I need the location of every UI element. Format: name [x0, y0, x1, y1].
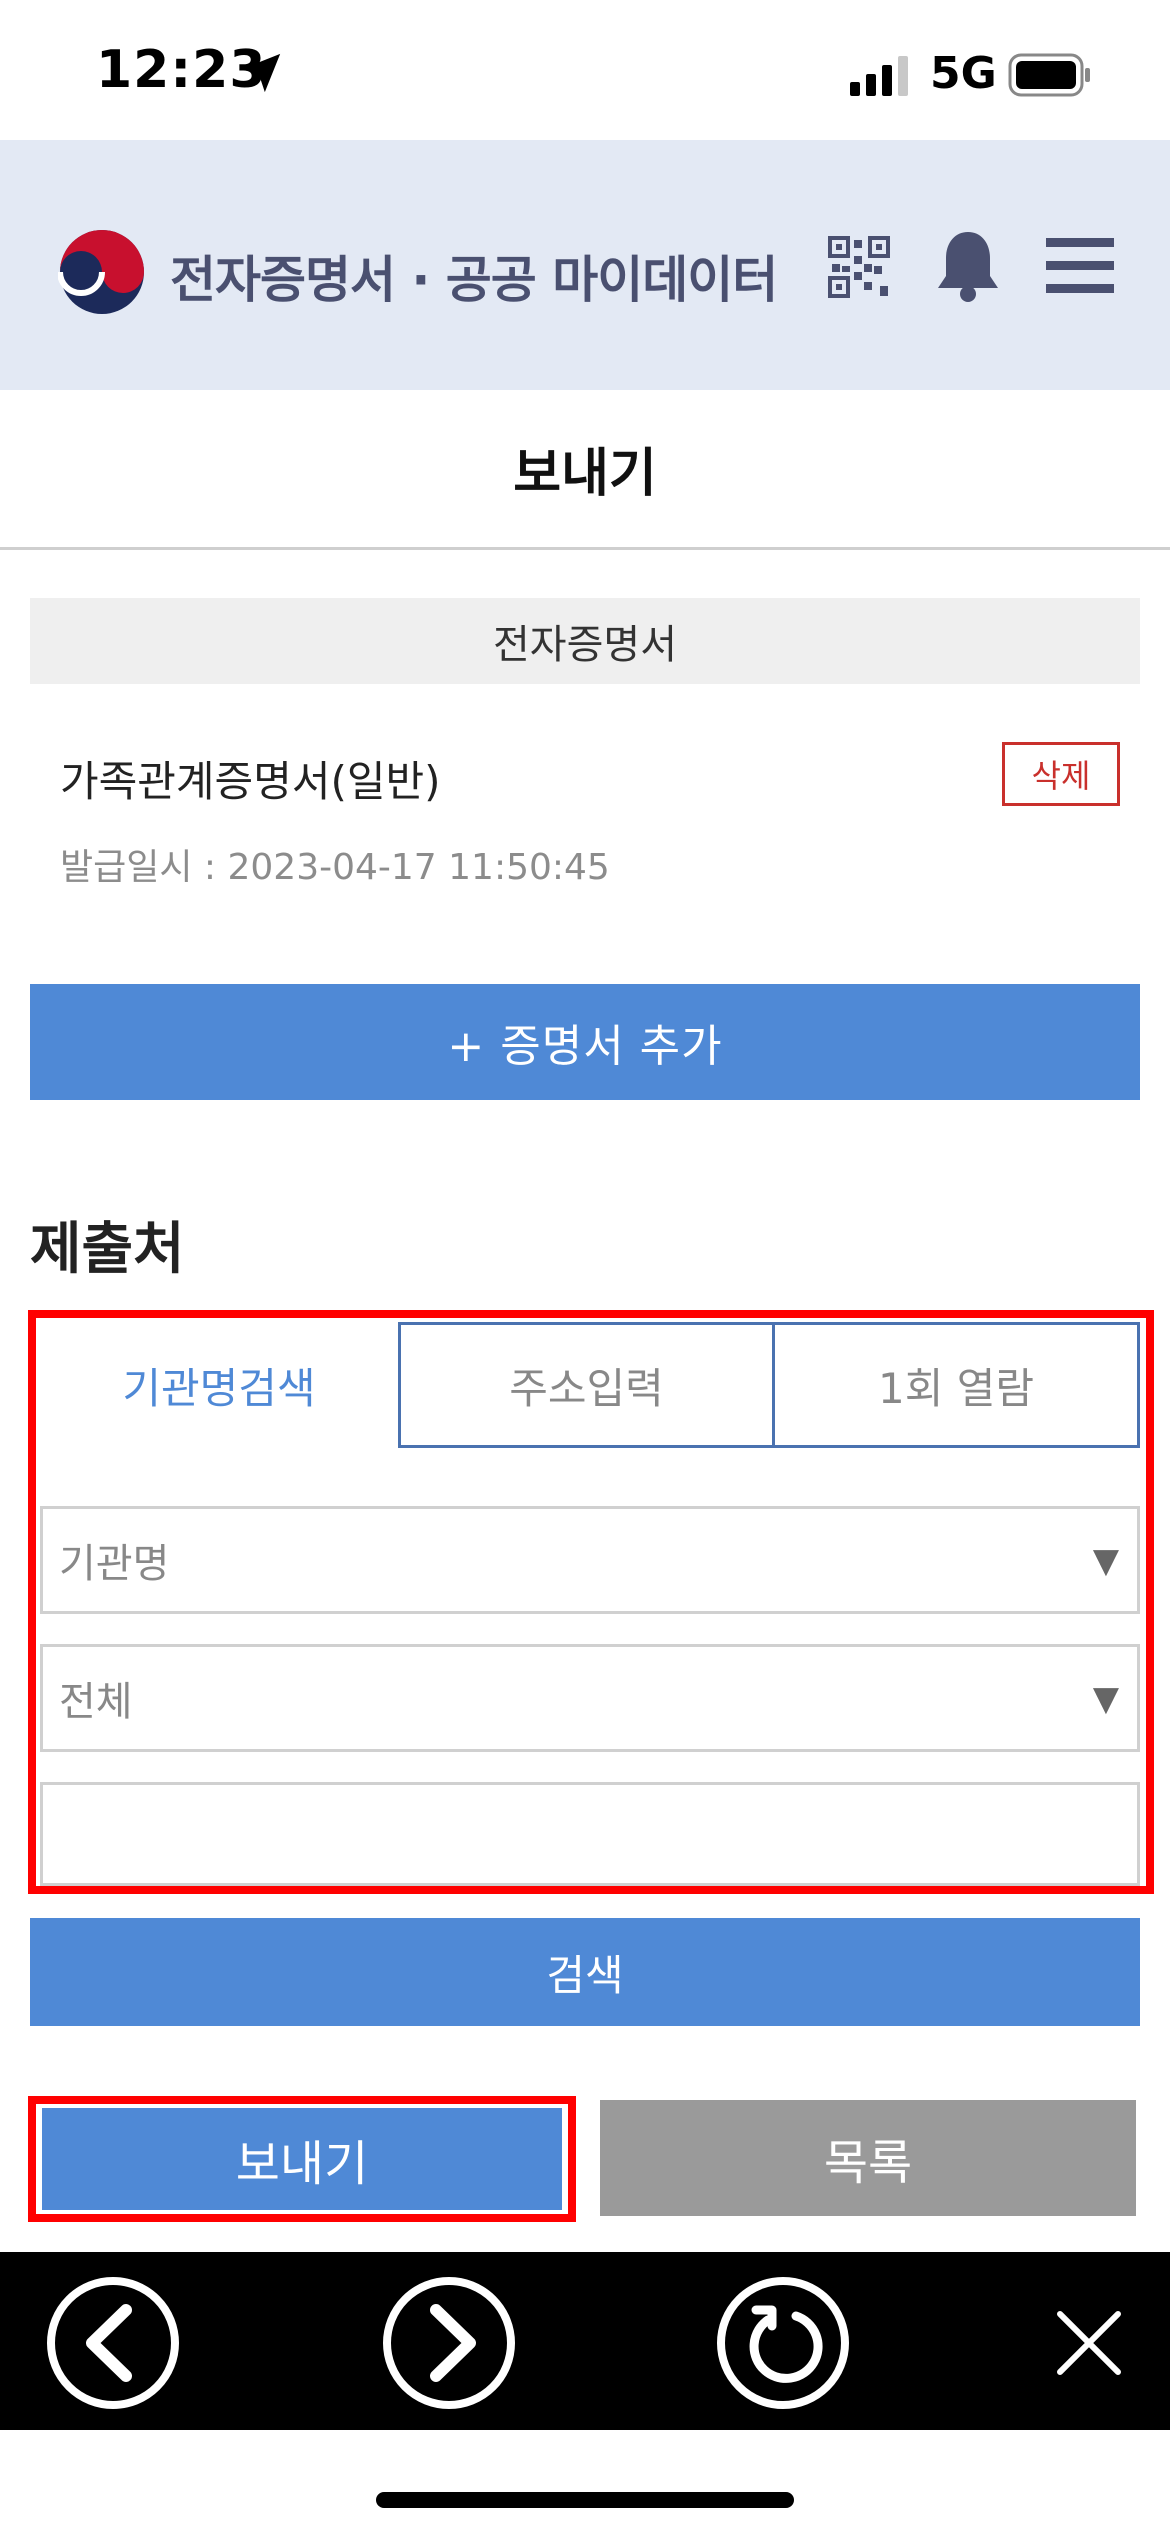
delete-certificate-button[interactable]: 삭제	[1002, 742, 1120, 806]
add-certificate-button[interactable]: + 증명서 추가	[30, 984, 1140, 1100]
highlight-box-send-button	[28, 2096, 576, 2222]
cert-section-header: 전자증명서	[30, 598, 1140, 684]
page-title: 보내기	[0, 390, 1170, 550]
cellular-signal-icon	[850, 56, 908, 96]
hamburger-menu-icon[interactable]	[1046, 238, 1114, 294]
qr-code-icon[interactable]	[828, 236, 890, 298]
certificate-name: 가족관계증명서(일반)	[60, 757, 441, 806]
notification-bell-icon[interactable]	[934, 228, 1002, 304]
close-icon[interactable]	[1052, 2306, 1126, 2380]
government-emblem-logo	[58, 230, 144, 314]
home-indicator[interactable]	[376, 2492, 794, 2508]
issued-date: 발급일시 : 2023-04-17 11:50:45	[60, 847, 610, 888]
location-arrow-icon	[241, 53, 281, 93]
recipient-heading: 제출처	[30, 1217, 185, 1282]
app-title[interactable]: 전자증명서 · 공공 마이데이터	[170, 240, 778, 312]
highlight-box-recipient-form	[28, 1310, 1154, 1894]
reload-icon[interactable]	[716, 2276, 850, 2410]
search-button[interactable]: 검색	[30, 1918, 1140, 2026]
forward-arrow-icon[interactable]	[382, 2276, 516, 2410]
back-arrow-icon[interactable]	[46, 2276, 180, 2410]
battery-icon	[1008, 53, 1090, 97]
network-type: 5G	[930, 48, 997, 99]
list-button[interactable]: 목록	[600, 2100, 1136, 2216]
